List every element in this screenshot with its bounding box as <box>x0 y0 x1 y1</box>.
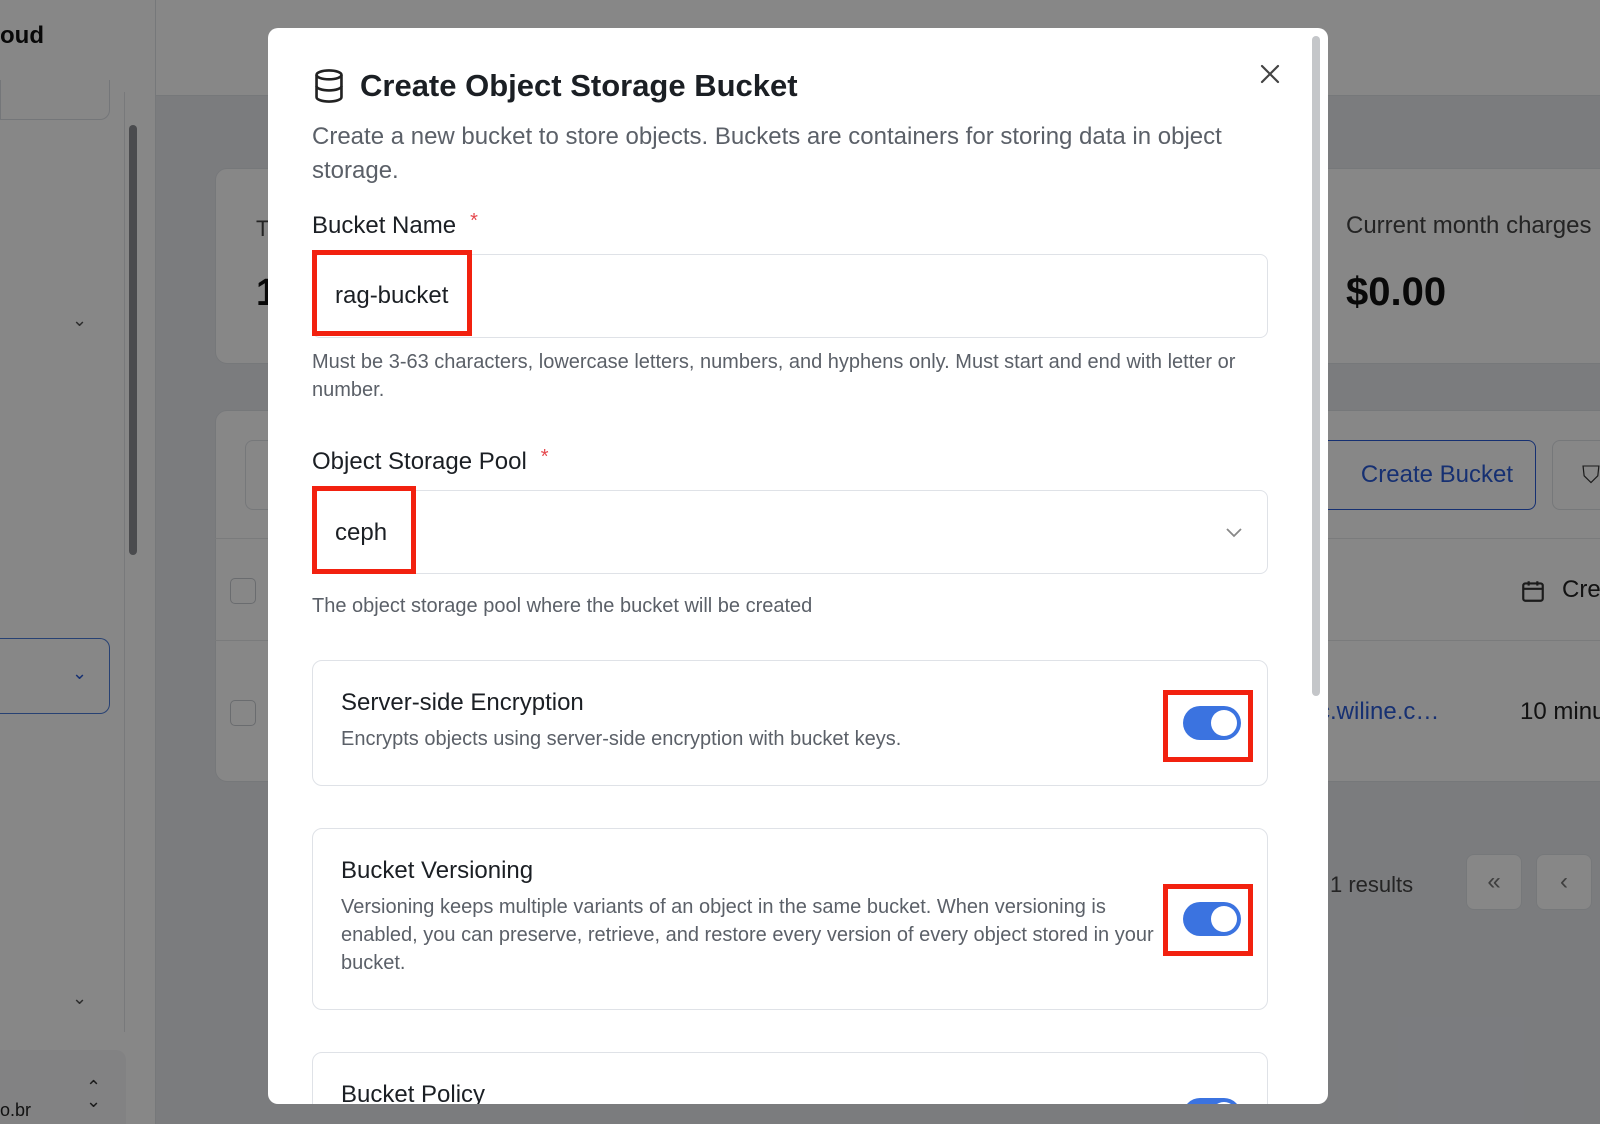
dialog-description: Create a new bucket to store objects. Bu… <box>312 123 1222 184</box>
pool-label: Object Storage Pool * <box>312 446 549 476</box>
pool-select[interactable]: ceph <box>312 490 1268 574</box>
policy-title: Bucket Policy <box>341 1081 486 1104</box>
dialog-title: Create Object Storage Bucket <box>360 68 798 103</box>
bucket-name-label-text: Bucket Name <box>312 212 457 239</box>
create-bucket-dialog: Create Object Storage Bucket Create a ne… <box>268 28 1328 1104</box>
encryption-title: Server-side Encryption <box>341 689 584 716</box>
dialog-header: Create Object Storage Bucket <box>312 68 798 104</box>
required-mark: * <box>540 446 549 468</box>
database-icon <box>315 69 343 103</box>
required-mark: * <box>470 210 478 232</box>
encryption-description: Encrypts objects using server-side encry… <box>341 728 902 750</box>
toggle-knob <box>1211 1102 1237 1104</box>
pool-select-value: ceph <box>335 519 388 546</box>
bucket-name-helper: Must be 3-63 characters, lowercase lette… <box>312 351 1236 401</box>
pool-helper: The object storage pool where the bucket… <box>312 595 813 617</box>
toggle-knob <box>1211 710 1237 736</box>
close-button[interactable] <box>1252 56 1288 92</box>
policy-option-card: Bucket Policy <box>312 1052 1268 1104</box>
encryption-option-card: Server-side Encryption Encrypts objects … <box>312 660 1268 786</box>
versioning-toggle[interactable] <box>1183 902 1241 936</box>
versioning-option-card: Bucket Versioning Versioning keeps multi… <box>312 828 1268 1010</box>
versioning-title: Bucket Versioning <box>341 857 534 884</box>
modal-scrollbar[interactable] <box>1312 36 1320 696</box>
encryption-toggle[interactable] <box>1183 706 1241 740</box>
toggle-knob <box>1211 906 1237 932</box>
bucket-name-label: Bucket Name * <box>312 210 478 240</box>
chevron-down-icon <box>1226 528 1242 538</box>
pool-label-text: Object Storage Pool <box>312 448 527 475</box>
versioning-description: Versioning keeps multiple variants of an… <box>341 896 1154 974</box>
close-icon <box>1260 64 1280 84</box>
bucket-name-input[interactable] <box>312 254 1268 338</box>
